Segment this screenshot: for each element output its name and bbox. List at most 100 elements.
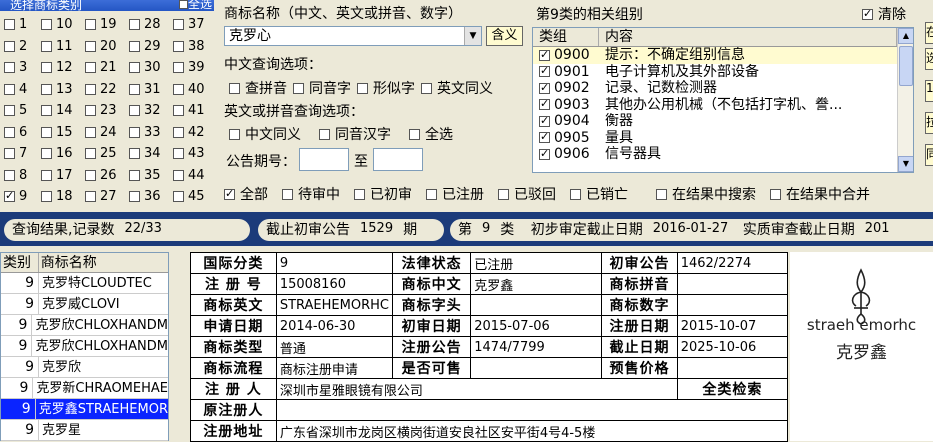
- group-row[interactable]: 0902 记录、记数检测器: [533, 80, 913, 97]
- filter-checkbox[interactable]: [656, 188, 667, 200]
- scroll-up-icon[interactable]: ▲: [898, 28, 913, 44]
- side-button[interactable]: 在: [925, 22, 933, 44]
- class-checkbox[interactable]: [41, 40, 52, 52]
- filter-checkbox[interactable]: [498, 188, 509, 200]
- clear-checkbox[interactable]: [862, 7, 873, 20]
- name-col-header[interactable]: 商标名称: [39, 253, 168, 272]
- class-option-14[interactable]: 14: [37, 103, 81, 118]
- group-row[interactable]: 0900 提示：不确定组别信息: [533, 47, 913, 64]
- group-checkbox[interactable]: [539, 114, 550, 127]
- result-row[interactable]: 9 克罗欣CHLOXHANDM: [1, 315, 168, 336]
- class-option-34[interactable]: 34: [125, 146, 169, 161]
- class-option-36[interactable]: 36: [125, 189, 169, 204]
- filter-1[interactable]: 全部: [224, 184, 268, 204]
- group-scrollbar[interactable]: ▲ ▼: [897, 28, 913, 172]
- class-option-38[interactable]: 38: [169, 39, 213, 54]
- group-checkbox[interactable]: [539, 48, 550, 61]
- filter-5[interactable]: 已驳回: [498, 184, 556, 204]
- option-checkbox[interactable]: [357, 82, 368, 94]
- class-checkbox[interactable]: [4, 62, 15, 74]
- class-option-39[interactable]: 39: [169, 60, 213, 75]
- result-row[interactable]: 9 克罗欣CHLOXHANDM: [1, 336, 168, 357]
- class-checkbox[interactable]: [4, 19, 15, 31]
- chevron-down-icon[interactable]: ▼: [464, 27, 481, 45]
- cn-option[interactable]: 同音字: [293, 78, 351, 98]
- class-checkbox[interactable]: [4, 148, 15, 160]
- option-checkbox[interactable]: [293, 82, 304, 94]
- class-checkbox[interactable]: [173, 62, 184, 74]
- class-checkbox[interactable]: [129, 191, 140, 203]
- class-option-10[interactable]: 10: [37, 17, 81, 32]
- class-checkbox[interactable]: [41, 62, 52, 74]
- class-option-37[interactable]: 37: [169, 17, 213, 32]
- option-checkbox[interactable]: [319, 128, 330, 140]
- class-checkbox[interactable]: [173, 105, 184, 117]
- class-checkbox[interactable]: [129, 148, 140, 160]
- scroll-thumb[interactable]: [899, 46, 913, 86]
- class-option-6[interactable]: 6: [0, 125, 37, 140]
- cn-option[interactable]: 查拼音: [229, 78, 287, 98]
- class-option-24[interactable]: 24: [81, 125, 125, 140]
- side-button[interactable]: 1: [925, 80, 933, 102]
- filter-checkbox[interactable]: [570, 188, 581, 200]
- class-checkbox[interactable]: [129, 126, 140, 138]
- class-option-13[interactable]: 13: [37, 82, 81, 97]
- class-checkbox[interactable]: [4, 126, 15, 138]
- class-checkbox[interactable]: [129, 19, 140, 31]
- filter-checkbox[interactable]: [770, 188, 781, 200]
- class-checkbox[interactable]: [85, 62, 96, 74]
- class-option-33[interactable]: 33: [125, 125, 169, 140]
- class-option-40[interactable]: 40: [169, 82, 213, 97]
- en-option[interactable]: 全选: [409, 124, 453, 144]
- class-option-4[interactable]: 4: [0, 82, 37, 97]
- class-option-1[interactable]: 1: [0, 17, 37, 32]
- class-option-22[interactable]: 22: [81, 82, 125, 97]
- class-option-45[interactable]: 45: [169, 189, 213, 204]
- class-checkbox[interactable]: [129, 83, 140, 95]
- class-option-21[interactable]: 21: [81, 60, 125, 75]
- content-col-header[interactable]: 内容: [599, 28, 897, 46]
- result-row[interactable]: 9 克罗新CHRAOMEHAE: [1, 378, 168, 399]
- filter-checkbox[interactable]: [224, 187, 235, 200]
- class-option-27[interactable]: 27: [81, 189, 125, 204]
- class-option-44[interactable]: 44: [169, 168, 213, 183]
- en-option[interactable]: 同音汉字: [319, 124, 391, 144]
- result-row[interactable]: 9 克罗欣: [1, 357, 168, 378]
- class-option-9[interactable]: 9: [0, 189, 37, 204]
- class-option-17[interactable]: 17: [37, 168, 81, 183]
- class-checkbox[interactable]: [41, 148, 52, 160]
- class-option-20[interactable]: 20: [81, 39, 125, 54]
- filter-2[interactable]: 待审中: [282, 184, 340, 204]
- filter-7[interactable]: 在结果中搜索: [656, 184, 756, 204]
- class-checkbox[interactable]: [85, 40, 96, 52]
- class-checkbox[interactable]: [85, 169, 96, 181]
- class-checkbox[interactable]: [85, 148, 96, 160]
- select-all-checkbox[interactable]: [178, 0, 188, 9]
- class-option-32[interactable]: 32: [125, 103, 169, 118]
- class-checkbox[interactable]: [41, 19, 52, 31]
- class-option-7[interactable]: 7: [0, 146, 37, 161]
- result-row[interactable]: 9 克罗星: [1, 420, 168, 441]
- class-option-8[interactable]: 8: [0, 168, 37, 183]
- class-checkbox[interactable]: [41, 169, 52, 181]
- period-from-input[interactable]: [299, 148, 349, 171]
- filter-checkbox[interactable]: [426, 188, 437, 200]
- class-option-15[interactable]: 15: [37, 125, 81, 140]
- class-option-23[interactable]: 23: [81, 103, 125, 118]
- class-checkbox[interactable]: [173, 40, 184, 52]
- class-option-2[interactable]: 2: [0, 39, 37, 54]
- class-option-3[interactable]: 3: [0, 60, 37, 75]
- class-option-31[interactable]: 31: [125, 82, 169, 97]
- group-col-header[interactable]: 类组: [533, 28, 599, 46]
- clear-groups-option[interactable]: 清除: [862, 4, 906, 24]
- class-checkbox[interactable]: [4, 105, 15, 117]
- class-checkbox[interactable]: [85, 126, 96, 138]
- result-row[interactable]: 9 克罗鑫STRAEHEMOR: [1, 399, 168, 420]
- class-option-41[interactable]: 41: [169, 103, 213, 118]
- class-checkbox[interactable]: [41, 191, 52, 203]
- class-checkbox[interactable]: [173, 148, 184, 160]
- class-checkbox[interactable]: [4, 189, 15, 203]
- meaning-button[interactable]: 含义: [486, 26, 523, 46]
- class-col-header[interactable]: 类别: [1, 253, 39, 272]
- class-checkbox[interactable]: [4, 169, 15, 181]
